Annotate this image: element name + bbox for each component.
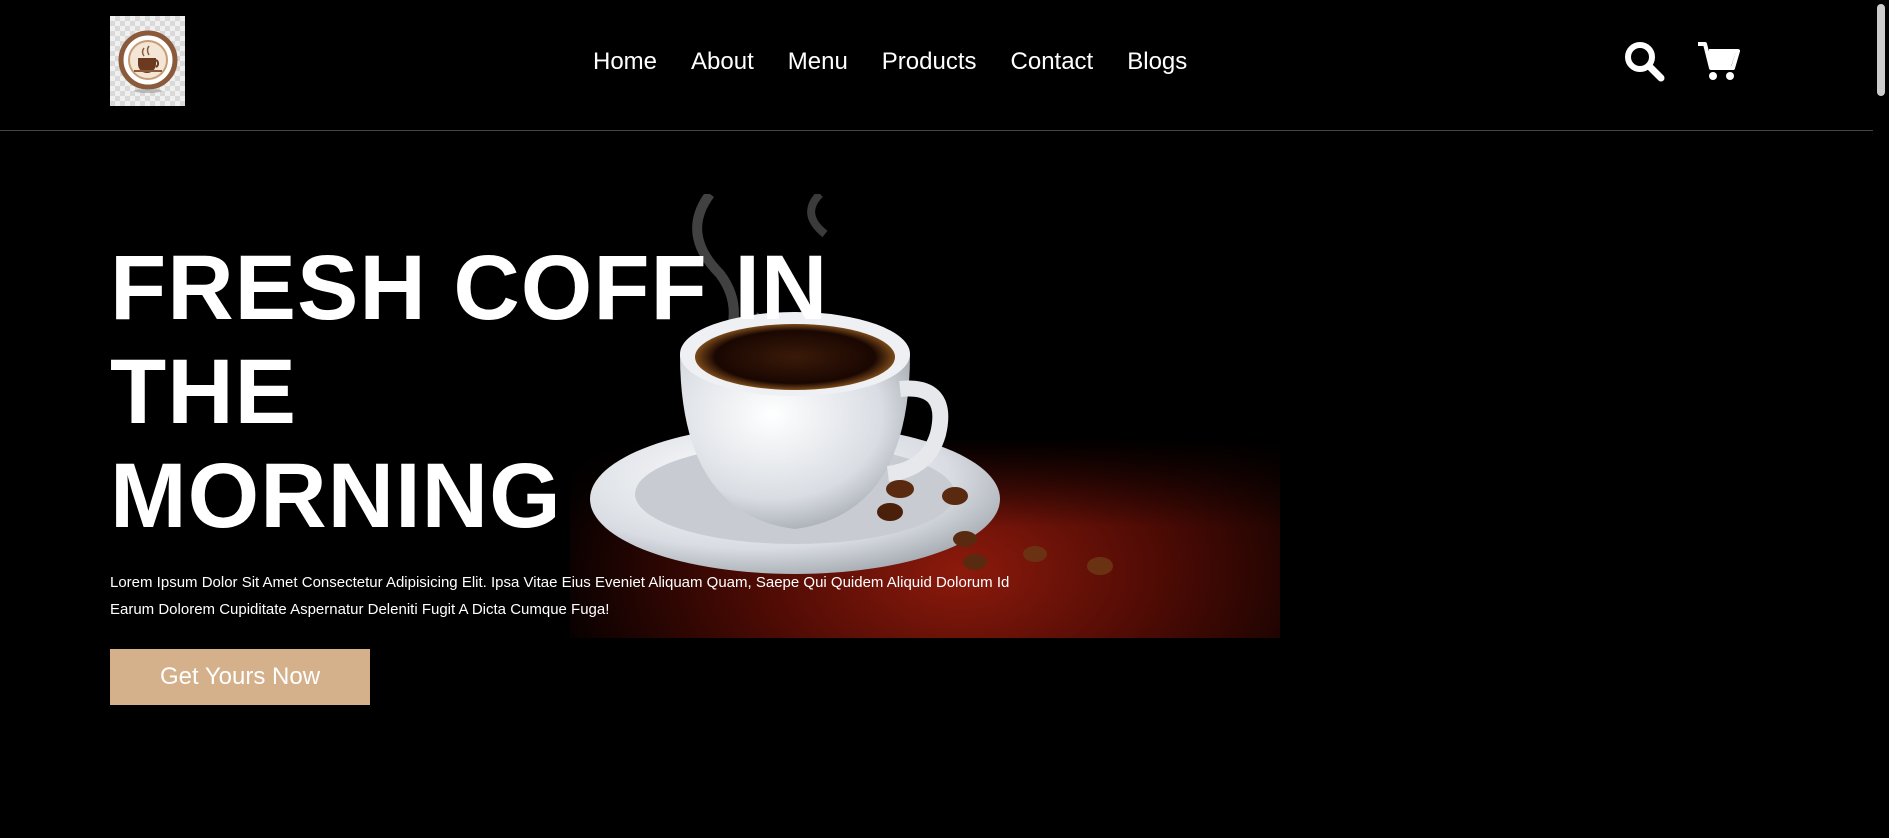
page-scrollbar[interactable] bbox=[1873, 0, 1889, 838]
cart-icon[interactable] bbox=[1696, 39, 1740, 83]
hero-title: FRESH COFF IN THE MORNING bbox=[110, 236, 1030, 548]
hero-section: FRESH COFF IN THE MORNING Lorem Ipsum Do… bbox=[110, 236, 1030, 705]
get-yours-now-button[interactable]: Get Yours Now bbox=[110, 649, 370, 705]
hero-title-line-1: FRESH COFF IN THE bbox=[110, 237, 829, 443]
nav-blogs[interactable]: Blogs bbox=[1127, 46, 1187, 78]
scrollbar-thumb[interactable] bbox=[1877, 4, 1885, 96]
search-icon[interactable] bbox=[1622, 39, 1666, 83]
logo[interactable] bbox=[110, 16, 185, 106]
main-nav: Home About Menu Products Contact Blogs bbox=[593, 46, 1187, 78]
nav-menu[interactable]: Menu bbox=[788, 46, 848, 78]
hero-title-line-2: MORNING bbox=[110, 445, 562, 547]
nav-home[interactable]: Home bbox=[593, 46, 657, 78]
nav-contact[interactable]: Contact bbox=[1011, 46, 1094, 78]
hero-description: Lorem Ipsum Dolor Sit Amet Consectetur A… bbox=[110, 574, 1010, 618]
nav-about[interactable]: About bbox=[691, 46, 754, 78]
header-icons bbox=[1622, 39, 1740, 83]
site-header: Home About Menu Products Contact Blogs bbox=[0, 0, 1873, 131]
nav-products[interactable]: Products bbox=[882, 46, 977, 78]
coffee-logo-icon bbox=[118, 30, 177, 93]
